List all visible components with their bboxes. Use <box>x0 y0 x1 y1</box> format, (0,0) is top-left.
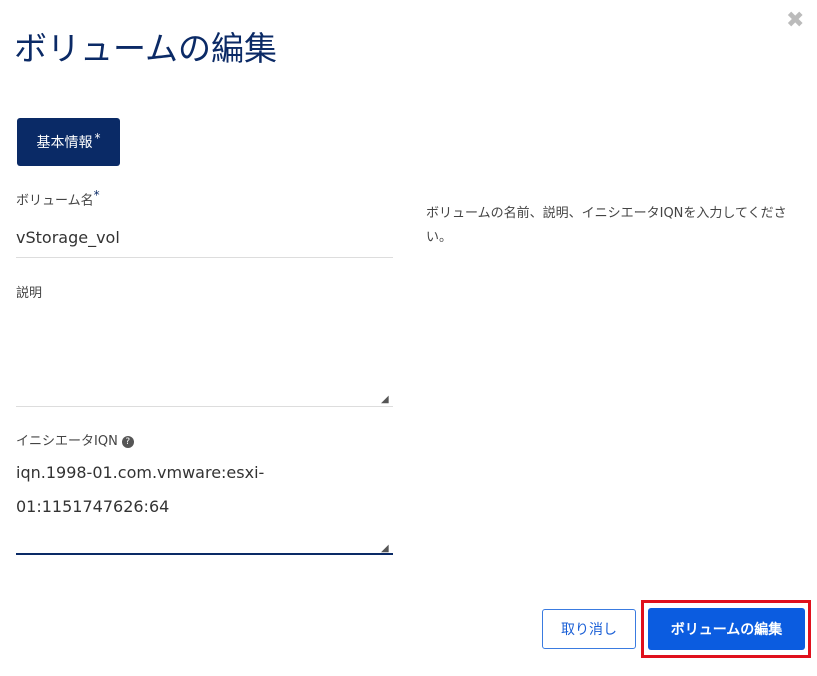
iqn-underline <box>16 553 393 555</box>
iqn-label-text: イニシエータIQN <box>16 434 118 449</box>
description-label: 説明 <box>16 286 43 301</box>
cancel-button[interactable]: 取り消し <box>542 609 636 649</box>
edit-volume-button[interactable]: ボリュームの編集 <box>648 608 805 650</box>
tab-basic-info[interactable]: 基本情報 * <box>17 118 120 166</box>
resize-handle-icon[interactable]: ◢ <box>381 394 389 405</box>
close-icon[interactable]: ✖ <box>786 8 804 33</box>
iqn-label: イニシエータIQN? <box>16 430 134 449</box>
tab-label: 基本情報 <box>36 135 93 151</box>
iqn-value-line2: 01:1151747626:64 <box>16 497 170 516</box>
description-textarea[interactable] <box>16 300 393 405</box>
volume-name-input[interactable]: vStorage_vol <box>16 223 120 253</box>
volume-name-label-text: ボリューム名 <box>16 193 94 209</box>
help-text: ボリュームの名前、説明、イニシエータIQNを入力してください。 <box>426 206 787 245</box>
volume-name-underline <box>16 257 393 258</box>
description-underline <box>16 406 393 407</box>
iqn-value-line1: iqn.1998-01.com.vmware:esxi- <box>16 463 265 482</box>
required-mark: * <box>93 188 100 202</box>
help-icon[interactable]: ? <box>121 435 134 448</box>
dialog-title: ボリュームの編集 <box>14 29 278 68</box>
required-mark: * <box>94 131 101 145</box>
volume-name-label: ボリューム名* <box>16 188 100 208</box>
